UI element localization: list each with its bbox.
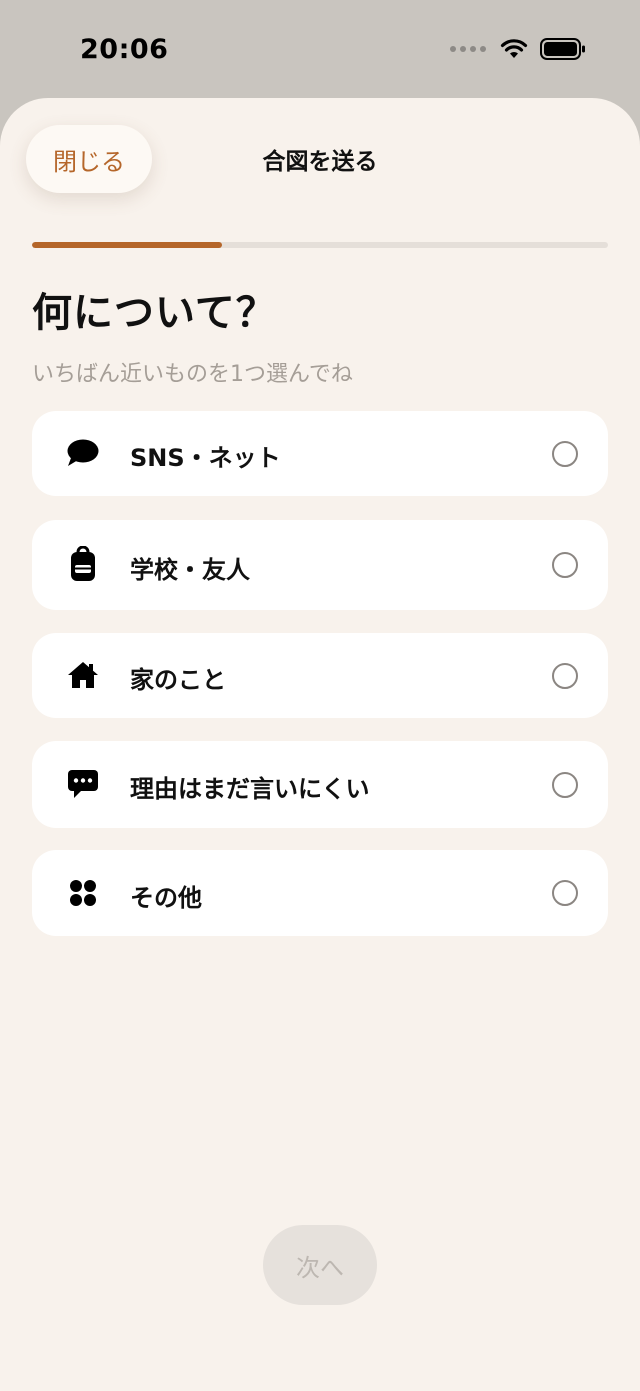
option-label: 家のこと bbox=[130, 666, 226, 694]
option-hard-to-say[interactable]: 理由はまだ言いにくい bbox=[32, 741, 608, 828]
next-button[interactable]: 次へ bbox=[263, 1225, 377, 1305]
wifi-icon bbox=[500, 39, 528, 58]
status-time: 20:06 bbox=[80, 34, 169, 65]
modal-sheet: 閉じる 合図を送る 何について？ いちばん近いものを1つ選んでね SNS・ネット… bbox=[0, 98, 640, 1391]
status-icons bbox=[450, 38, 586, 60]
option-label: 理由はまだ言いにくい bbox=[130, 775, 370, 803]
status-bar: 20:06 bbox=[0, 0, 640, 100]
option-label: SNS・ネット bbox=[130, 444, 281, 472]
speech-dots-icon bbox=[66, 767, 100, 801]
progress-bar bbox=[32, 242, 608, 248]
radio-button[interactable] bbox=[552, 772, 578, 798]
question-hint: いちばん近いものを1つ選んでね bbox=[32, 362, 353, 387]
option-home[interactable]: 家のこと bbox=[32, 633, 608, 718]
cellular-signal-icon bbox=[450, 46, 486, 52]
option-label: 学校・友人 bbox=[130, 556, 250, 584]
grid-dots-icon bbox=[66, 876, 100, 910]
radio-button[interactable] bbox=[552, 441, 578, 467]
radio-button[interactable] bbox=[552, 552, 578, 578]
question-title: 何について？ bbox=[32, 290, 277, 336]
battery-icon bbox=[540, 38, 585, 60]
sheet-title: 合図を送る bbox=[262, 149, 378, 175]
option-school[interactable]: 学校・友人 bbox=[32, 520, 608, 610]
option-other[interactable]: その他 bbox=[32, 850, 608, 936]
chat-bubble-icon bbox=[66, 436, 100, 470]
option-label: その他 bbox=[130, 884, 202, 912]
option-sns[interactable]: SNS・ネット bbox=[32, 411, 608, 496]
progress-fill bbox=[32, 242, 223, 248]
house-icon bbox=[66, 658, 100, 692]
backpack-icon bbox=[66, 546, 100, 581]
radio-button[interactable] bbox=[552, 880, 578, 906]
radio-button[interactable] bbox=[552, 663, 578, 689]
